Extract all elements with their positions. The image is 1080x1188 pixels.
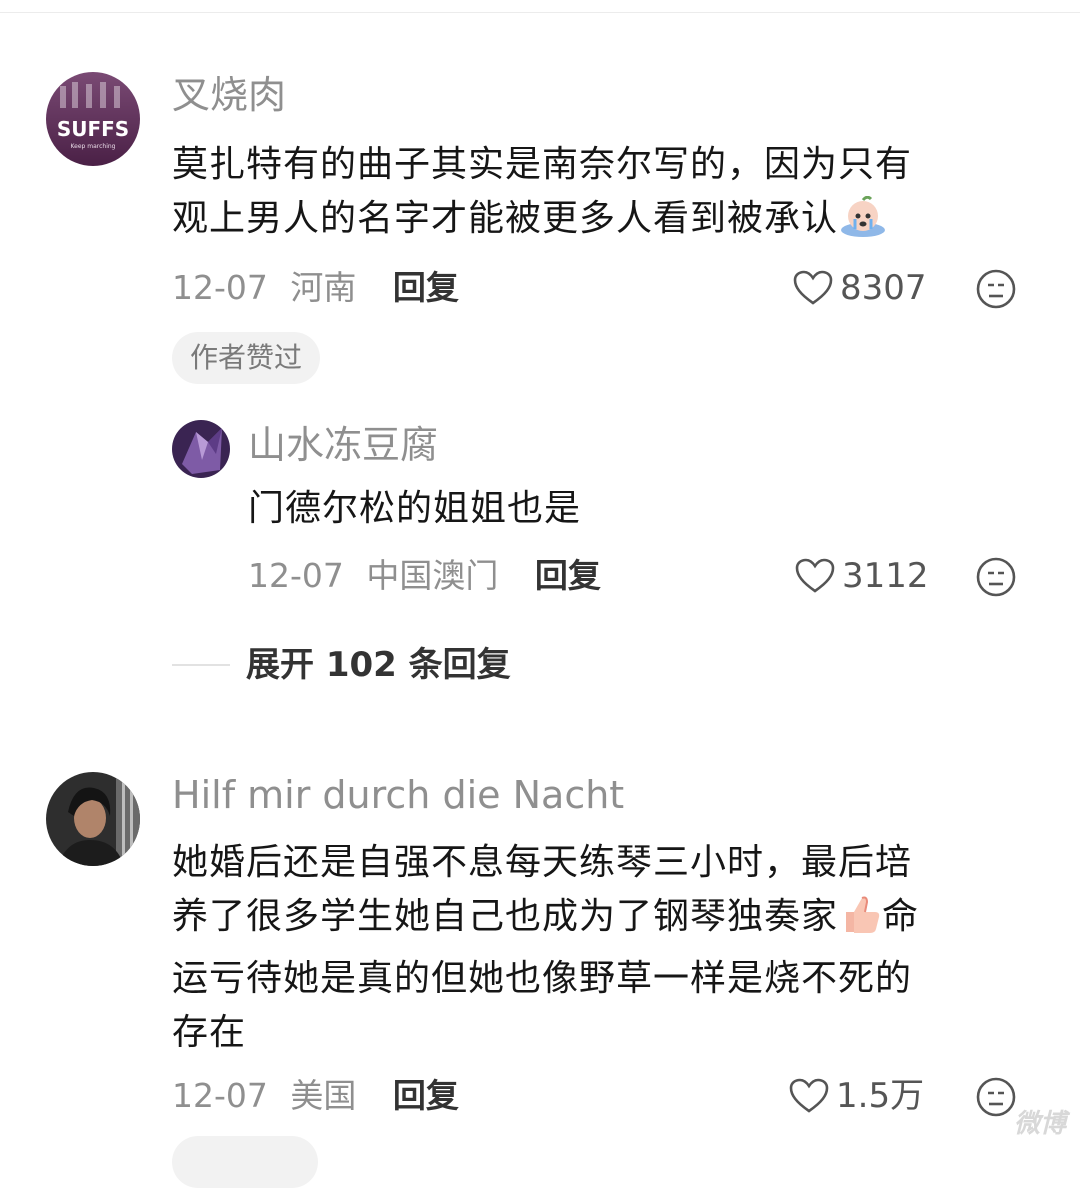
like-button[interactable]: 8307: [792, 268, 927, 308]
heart-icon: [793, 270, 833, 305]
comment-text: 莫扎特有的曲子其实是南奈尔写的，因为只有 观上男人的名字才能被更多人看到被承认: [172, 138, 1032, 254]
dislike-face-icon[interactable]: [975, 556, 1017, 598]
comment-text-line-content: 观上男人的名字才能被更多人看到被承认: [172, 198, 839, 239]
comment-username[interactable]: Hilf mir durch die Nacht: [172, 772, 624, 818]
partial-badge: [172, 1136, 318, 1188]
amethyst-avatar-image: [172, 420, 230, 478]
reply-button[interactable]: 回复: [393, 1076, 459, 1115]
comment-meta: 12-07 河南 回复: [172, 268, 459, 308]
comment-meta: 12-07 美国 回复: [172, 1076, 459, 1116]
suffs-avatar-image: SUFFS Keep marching: [46, 72, 140, 166]
avatar[interactable]: SUFFS Keep marching: [46, 72, 140, 166]
dislike-face-icon[interactable]: [975, 1076, 1017, 1118]
expand-divider: [172, 664, 230, 666]
comment-text-line: 存在: [172, 1012, 247, 1053]
dislike-face-icon[interactable]: [975, 268, 1017, 310]
comment-location: 河南: [290, 268, 357, 307]
reply-meta: 12-07 中国澳门 回复: [248, 556, 601, 596]
reply-location: 中国澳门: [366, 556, 499, 595]
avatar-logo-subtext: Keep marching: [71, 143, 116, 150]
author-liked-badge: 作者赞过: [172, 332, 321, 384]
portrait-avatar-image: [46, 772, 140, 866]
avatar[interactable]: [172, 420, 230, 478]
reply-button[interactable]: 回复: [535, 556, 601, 595]
avatar[interactable]: [46, 772, 140, 866]
reply-date: 12-07: [248, 556, 344, 595]
crying-face-emoji: [838, 195, 888, 254]
like-count: 8307: [840, 268, 927, 308]
comment-date: 12-07: [172, 268, 268, 307]
expand-replies-button[interactable]: 展开 102 条回复: [246, 645, 511, 685]
top-divider: [0, 12, 1080, 13]
comment-text-line: 她婚后还是自强不息每天练琴三小时，最后培: [172, 842, 913, 883]
comment-text-line-content: 养了很多学生她自己也成为了钢琴独奏家: [172, 896, 839, 937]
comment-username[interactable]: 叉烧肉: [172, 72, 286, 118]
watermark: 微博: [1013, 1109, 1066, 1139]
comment-text: 她婚后还是自强不息每天练琴三小时，最后培 养了很多学生她自己也成为了钢琴独奏家 …: [172, 836, 1052, 1060]
like-button[interactable]: 3112: [794, 556, 929, 596]
comment-text-line: 运亏待她是真的但她也像野草一样是烧不死的: [172, 958, 913, 999]
comment-location: 美国: [290, 1076, 357, 1115]
reply-username[interactable]: 山水冻豆腐: [248, 422, 438, 468]
comment-date: 12-07: [172, 1076, 268, 1115]
comment-text-line: 莫扎特有的曲子其实是南奈尔写的，因为只有: [172, 144, 913, 185]
like-button[interactable]: 1.5万: [788, 1076, 924, 1116]
reply-button[interactable]: 回复: [393, 268, 459, 307]
reply-text: 门德尔松的姐姐也是: [248, 488, 582, 529]
avatar-logo-text: SUFFS: [57, 117, 129, 141]
comment-text-line: 观上男人的名字才能被更多人看到被承认: [172, 192, 1032, 254]
heart-icon: [795, 558, 835, 593]
like-count: 1.5万: [836, 1076, 925, 1116]
comment-text-line: 养了很多学生她自己也成为了钢琴独奏家 命: [172, 890, 1052, 952]
heart-icon: [789, 1078, 829, 1113]
thumbs-up-emoji: [838, 894, 882, 952]
like-count: 3112: [842, 556, 929, 596]
comment-text-line-content: 命: [882, 896, 920, 937]
